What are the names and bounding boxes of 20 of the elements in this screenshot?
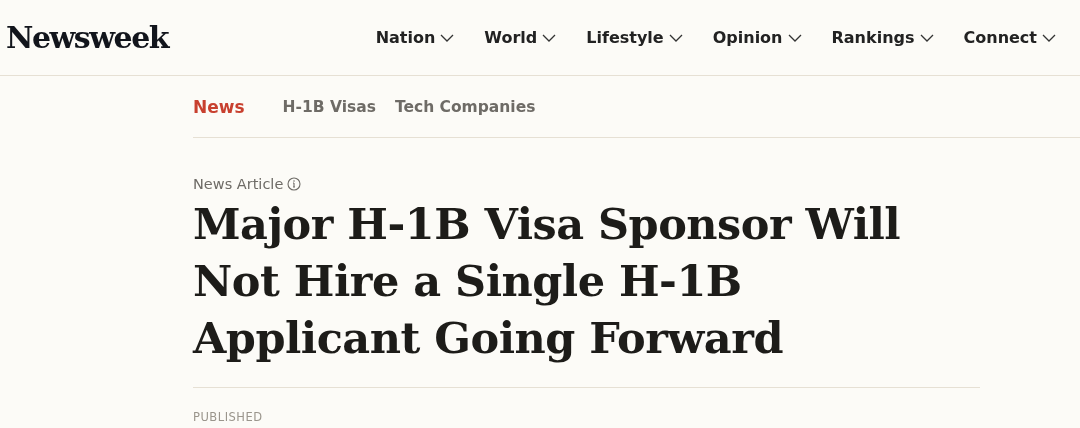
nav-menu-item[interactable]: Rankings bbox=[827, 28, 938, 47]
chevron-down-icon bbox=[787, 33, 802, 42]
published-label: PUBLISHED bbox=[193, 410, 264, 424]
chevron-down-icon bbox=[919, 33, 934, 42]
info-icon[interactable] bbox=[287, 177, 302, 191]
nav-menu-item[interactable]: Opinion bbox=[708, 28, 806, 47]
newsweek-logo[interactable]: Newsweek bbox=[6, 20, 168, 55]
nav-menu-item[interactable]: Lifestyle bbox=[582, 28, 687, 47]
chevron-down-icon bbox=[1042, 33, 1056, 42]
nav-menu-item[interactable]: Connect bbox=[959, 28, 1060, 47]
nav-menu-item[interactable]: World bbox=[480, 28, 561, 47]
article-type-label: News Article bbox=[193, 176, 284, 192]
chevron-down-icon bbox=[668, 33, 683, 42]
nav-menu-item[interactable]: Nation bbox=[371, 28, 459, 47]
chevron-down-icon bbox=[440, 33, 455, 42]
topic-link[interactable]: H-1B Visas bbox=[282, 97, 376, 116]
article-headline: Major H-1B Visa Sponsor Will Not Hire a Single H-1B Applicant Going Forward bbox=[193, 196, 980, 388]
topic-link[interactable]: Tech Companies bbox=[394, 97, 536, 116]
chevron-down-icon bbox=[542, 33, 557, 42]
category-link[interactable]: News bbox=[193, 96, 245, 117]
